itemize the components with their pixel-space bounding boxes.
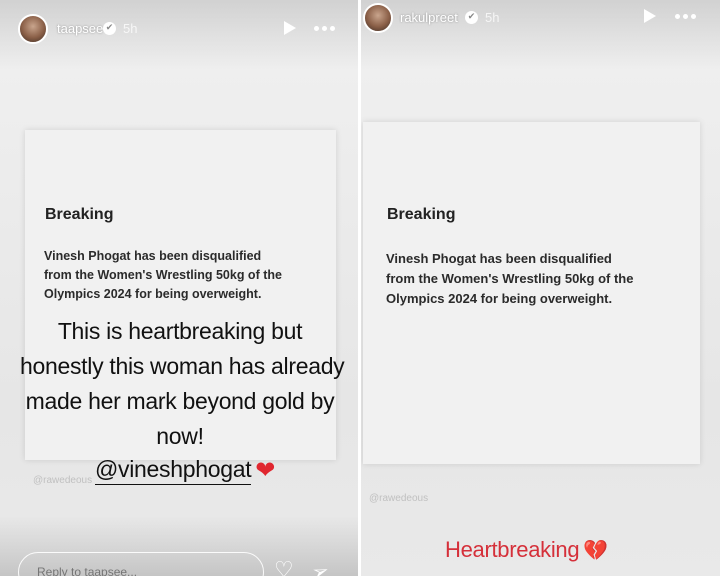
- card-body: Vinesh Phogat has been disqualified from…: [44, 247, 324, 304]
- story-caption: Heartbreaking 💔: [445, 537, 608, 563]
- more-options-icon[interactable]: [314, 26, 335, 31]
- card-body: Vinesh Phogat has been disqualified from…: [386, 249, 686, 309]
- verified-badge-icon: ✔: [465, 11, 478, 24]
- broken-heart-icon: 💔: [583, 538, 609, 562]
- card-body-line: from the Women's Wrestling 50kg of the: [44, 268, 282, 282]
- card-heading: Breaking: [45, 206, 114, 223]
- play-icon[interactable]: [644, 9, 656, 23]
- card-heading: Breaking: [387, 206, 456, 223]
- card-body-line: Olympics 2024 for being overweight.: [44, 287, 262, 301]
- avatar[interactable]: [363, 3, 393, 33]
- story-header: [0, 0, 358, 70]
- card-body-line: from the Women's Wrestling 50kg of the: [386, 271, 634, 286]
- story-timestamp: 5h: [123, 21, 138, 36]
- caption-line: honestly this woman has already: [20, 353, 345, 379]
- play-icon[interactable]: [284, 21, 296, 35]
- caption-line: made her mark beyond gold by: [25, 388, 335, 414]
- mention-row: @vineshphogat ❤: [95, 455, 275, 485]
- card-body-line: Olympics 2024 for being overweight.: [386, 291, 613, 306]
- username[interactable]: rakulpreet: [400, 10, 458, 25]
- mention-link[interactable]: @vineshphogat: [95, 455, 252, 485]
- story-panel-rakulpreet[interactable]: rakulpreet ✔ 5h Breaking Vinesh Phogat h…: [361, 0, 720, 576]
- caption-line: This is heartbreaking but: [57, 318, 303, 344]
- red-heart-icon: ❤: [255, 456, 276, 484]
- caption-text: Heartbreaking: [445, 537, 580, 562]
- story-caption: This is heartbreaking but honestly this …: [20, 314, 345, 454]
- caption-line: now!: [156, 423, 204, 449]
- story-panel-taapsee[interactable]: taapsee ✔ 5h Breaking Vinesh Phogat has …: [0, 0, 358, 576]
- more-options-icon[interactable]: [675, 14, 696, 19]
- story-timestamp: 5h: [485, 10, 500, 25]
- card-body-line: Vinesh Phogat has been disqualified: [44, 249, 262, 263]
- avatar[interactable]: [18, 14, 48, 44]
- verified-badge-icon: ✔: [103, 22, 116, 35]
- card-body-line: Vinesh Phogat has been disqualified: [386, 251, 612, 266]
- reply-input[interactable]: [18, 552, 264, 576]
- like-heart-icon[interactable]: ♡: [274, 560, 294, 576]
- news-card: Breaking Vinesh Phogat has been disquali…: [363, 122, 700, 464]
- username[interactable]: taapsee: [57, 21, 103, 36]
- watermark: @rawedeous: [33, 475, 93, 486]
- watermark: @rawedeous: [369, 493, 429, 504]
